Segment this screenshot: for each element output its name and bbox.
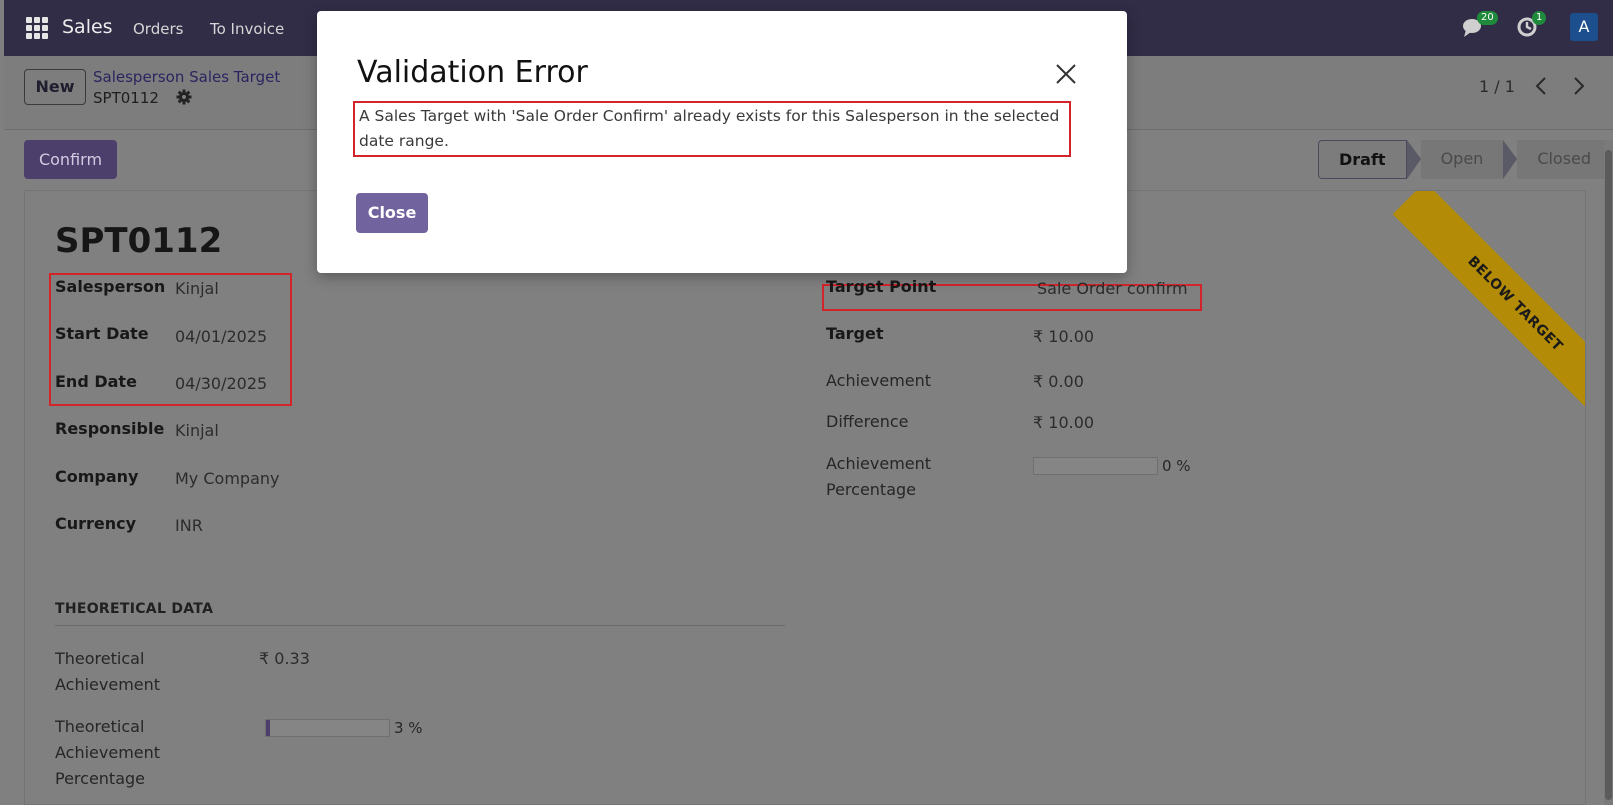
end-date-field[interactable]: 04/30/2025 (175, 374, 267, 393)
end-date-label: End Date (55, 372, 137, 391)
stage-separator (1406, 140, 1421, 179)
status-bar: Draft Open Closed (1318, 140, 1612, 179)
target-field[interactable]: ₹ 10.00 (1033, 327, 1094, 346)
dialog-title: Validation Error (357, 55, 588, 90)
breadcrumb-parent[interactable]: Salesperson Sales Target (93, 68, 280, 86)
close-icon[interactable] (1053, 61, 1079, 87)
target-label: Target (826, 324, 884, 343)
activities-button[interactable]: 1 (1516, 11, 1547, 40)
theoretical-percentage-label-line: Percentage (55, 769, 146, 788)
user-avatar[interactable]: A (1570, 13, 1598, 41)
record-title: SPT0112 (55, 221, 223, 261)
achievement-label: Achievement (826, 371, 932, 390)
currency-label: Currency (55, 514, 137, 533)
achievement-progress-bar (1033, 457, 1158, 475)
start-date-field[interactable]: 04/01/2025 (175, 327, 267, 346)
breadcrumb-current: SPT0112 (93, 89, 159, 107)
theoretical-progress-fill (266, 720, 270, 736)
achievement-value: ₹ 0.00 (1033, 372, 1084, 391)
stage-open[interactable]: Open (1420, 140, 1504, 179)
scrollbar-thumb[interactable] (1605, 150, 1612, 800)
close-button[interactable]: Close (356, 193, 428, 233)
chevron-right-icon (1574, 77, 1585, 95)
currency-field[interactable]: INR (175, 516, 203, 535)
target-point-label: Target Point (826, 277, 937, 296)
apps-menu-icon[interactable] (26, 17, 48, 39)
theoretical-achievement-label-line: Theoretical (55, 649, 145, 668)
theoretical-percentage-label-line: Theoretical (55, 717, 145, 736)
pager-value[interactable]: 1 / 1 (1479, 77, 1515, 96)
gear-icon[interactable] (176, 89, 192, 105)
difference-label: Difference (826, 412, 909, 431)
section-divider (55, 625, 785, 626)
difference-value: ₹ 10.00 (1033, 413, 1095, 432)
app-brand[interactable]: Sales (62, 16, 113, 38)
theoretical-percentage-label: Theoretical Achievement Percentage (55, 714, 160, 792)
theoretical-percentage-value: 3 % (394, 719, 423, 737)
responsible-field[interactable]: Kinjal (175, 421, 219, 440)
start-date-label: Start Date (55, 324, 149, 343)
theoretical-achievement-value: ₹ 0.33 (259, 649, 310, 668)
messages-count-badge: 20 (1477, 11, 1498, 25)
ribbon-label: BELOW TARGET (1392, 191, 1585, 421)
target-point-field[interactable]: Sale Order confirm (1037, 279, 1188, 298)
salesperson-field[interactable]: Kinjal (175, 279, 219, 298)
messages-button[interactable]: 20 (1461, 11, 1498, 40)
stage-separator (1503, 140, 1518, 179)
status-ribbon: BELOW TARGET (1355, 191, 1585, 421)
salesperson-label: Salesperson (55, 277, 166, 296)
page-scrollbar[interactable] (1604, 140, 1613, 805)
theoretical-achievement-label-line: Achievement (55, 675, 161, 694)
new-button[interactable]: New (24, 69, 86, 105)
stage-closed[interactable]: Closed (1517, 140, 1612, 179)
form-sheet: SPT0112 Salesperson Kinjal Start Date 04… (24, 190, 1586, 805)
validation-error-dialog: Validation Error A Sales Target with 'Sa… (317, 11, 1127, 273)
achievement-percentage-value: 0 % (1162, 457, 1191, 475)
activities-count-badge: 1 (1532, 11, 1547, 25)
achievement-percentage-label: Achievement Percentage (826, 451, 931, 503)
theoretical-percentage-label-line: Achievement (55, 743, 161, 762)
menu-to-invoice[interactable]: To Invoice (210, 20, 284, 38)
company-label: Company (55, 467, 139, 486)
dialog-message: A Sales Target with 'Sale Order Confirm'… (353, 101, 1071, 157)
theoretical-achievement-label: Theoretical Achievement (55, 646, 160, 698)
responsible-label: Responsible (55, 419, 165, 438)
pager-previous-button[interactable] (1524, 68, 1558, 104)
section-title: THEORETICAL DATA (55, 601, 214, 617)
menu-orders[interactable]: Orders (133, 20, 183, 38)
theoretical-progress-bar (265, 719, 390, 737)
confirm-button[interactable]: Confirm (24, 140, 117, 179)
chevron-left-icon (1535, 77, 1546, 95)
achievement-percentage-label-line: Percentage (826, 480, 917, 499)
pager-next-button[interactable] (1562, 68, 1596, 104)
achievement-percentage-label-line: Achievement (826, 454, 932, 473)
stage-draft[interactable]: Draft (1318, 140, 1407, 179)
company-field[interactable]: My Company (175, 469, 279, 488)
